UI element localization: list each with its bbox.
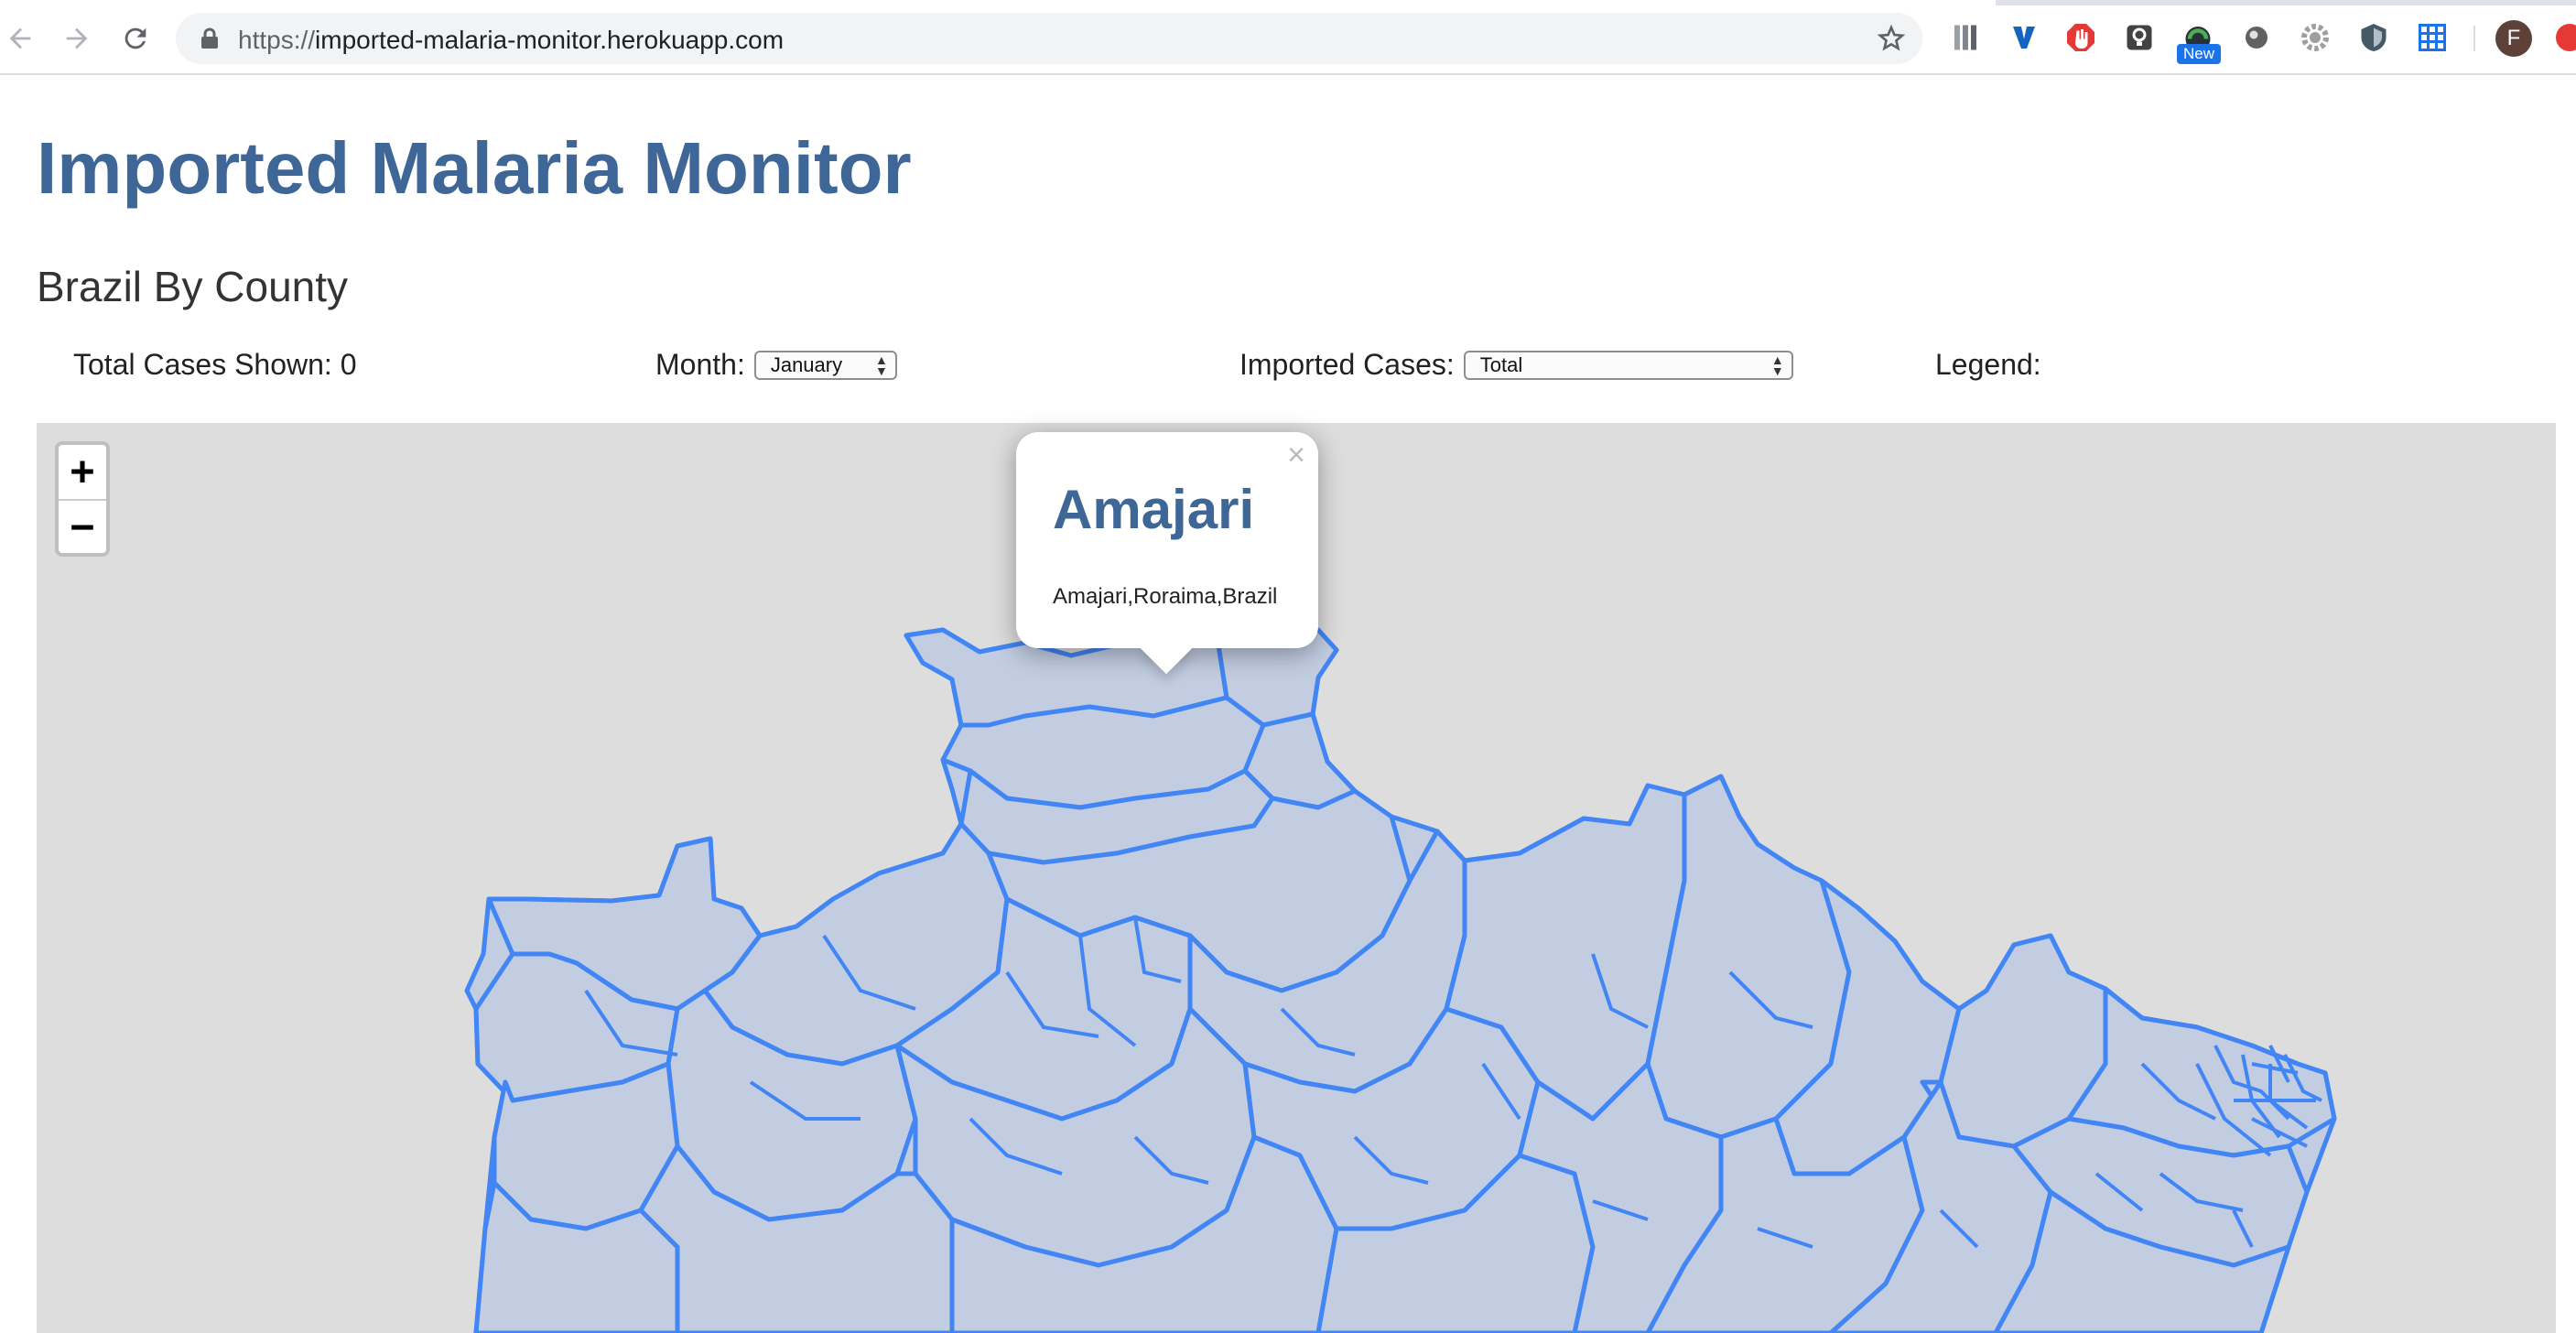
lock-icon bbox=[201, 27, 218, 49]
lightbulb-icon[interactable] bbox=[2122, 20, 2157, 55]
adblock-icon[interactable] bbox=[2063, 20, 2098, 55]
month-select-value: January bbox=[770, 352, 843, 376]
imported-cases-select[interactable]: Total ▲ ▼ bbox=[1463, 350, 1793, 380]
circle-extension-icon[interactable] bbox=[2239, 20, 2274, 55]
zoom-control: + − bbox=[55, 441, 110, 557]
imported-cases-select-value: Total bbox=[1479, 352, 1523, 376]
shield-extension-icon[interactable] bbox=[2356, 20, 2391, 55]
total-cases-label: Total Cases Shown: 0 bbox=[73, 348, 357, 381]
reload-button[interactable] bbox=[117, 20, 154, 57]
page-subtitle: Brazil By County bbox=[37, 263, 349, 310]
popup-close-button[interactable]: × bbox=[1287, 438, 1305, 473]
new-badge: New bbox=[2177, 44, 2221, 64]
county-popup: × Amajari Amajari,Roraima,Brazil bbox=[1016, 432, 1318, 675]
url-scheme: https:// bbox=[238, 26, 316, 54]
extra-extension-icon[interactable] bbox=[2552, 20, 2576, 55]
popup-title: Amajari bbox=[1053, 479, 1255, 540]
url-text: https://imported-malaria-monitor.herokua… bbox=[238, 26, 784, 55]
legend-control: Legend: bbox=[1935, 348, 2041, 382]
imported-cases-label: Imported Cases: bbox=[1239, 348, 1455, 381]
browser-toolbar: https://imported-malaria-monitor.herokua… bbox=[0, 0, 2576, 75]
vimium-icon[interactable] bbox=[2007, 20, 2041, 55]
total-cases-display: Total Cases Shown: 0 bbox=[73, 348, 357, 382]
url-host: imported-malaria-monitor.herokuapp.com bbox=[315, 26, 785, 54]
active-tab[interactable] bbox=[0, 0, 1996, 5]
imported-cases-control: Imported Cases: Total ▲ ▼ bbox=[1239, 348, 1793, 382]
zoom-in-button[interactable]: + bbox=[59, 445, 106, 501]
arrow-left-icon bbox=[9, 27, 31, 49]
tab-strip bbox=[0, 0, 2576, 5]
reload-icon bbox=[124, 27, 146, 49]
month-select[interactable]: January ▲ ▼ bbox=[753, 350, 897, 380]
popup-tip-cover bbox=[1126, 621, 1208, 648]
bookmark-star-icon[interactable] bbox=[1877, 24, 1906, 53]
arrow-right-icon bbox=[66, 27, 88, 49]
month-control: Month: January ▲ ▼ bbox=[655, 348, 897, 382]
legend-label: Legend: bbox=[1935, 348, 2041, 381]
popup-location-text: Amajari,Roraima,Brazil bbox=[1053, 584, 1278, 609]
back-button[interactable] bbox=[2, 20, 38, 57]
grid-extension-icon[interactable] bbox=[2415, 20, 2450, 55]
profile-avatar[interactable]: F bbox=[2495, 20, 2532, 57]
forward-button[interactable] bbox=[59, 20, 95, 57]
address-bar[interactable]: https://imported-malaria-monitor.herokua… bbox=[176, 13, 1922, 64]
select-arrows-icon: ▲ ▼ bbox=[874, 352, 888, 378]
gear-extension-icon[interactable] bbox=[2298, 20, 2332, 55]
page-title: Imported Malaria Monitor bbox=[37, 127, 912, 209]
zoom-out-button[interactable]: − bbox=[59, 501, 106, 555]
month-label: Month: bbox=[655, 348, 745, 381]
select-arrows-icon: ▲ ▼ bbox=[1770, 352, 1784, 378]
toolbar-separator bbox=[2473, 26, 2475, 51]
bookmarks-bar-icon[interactable] bbox=[1948, 20, 1983, 55]
